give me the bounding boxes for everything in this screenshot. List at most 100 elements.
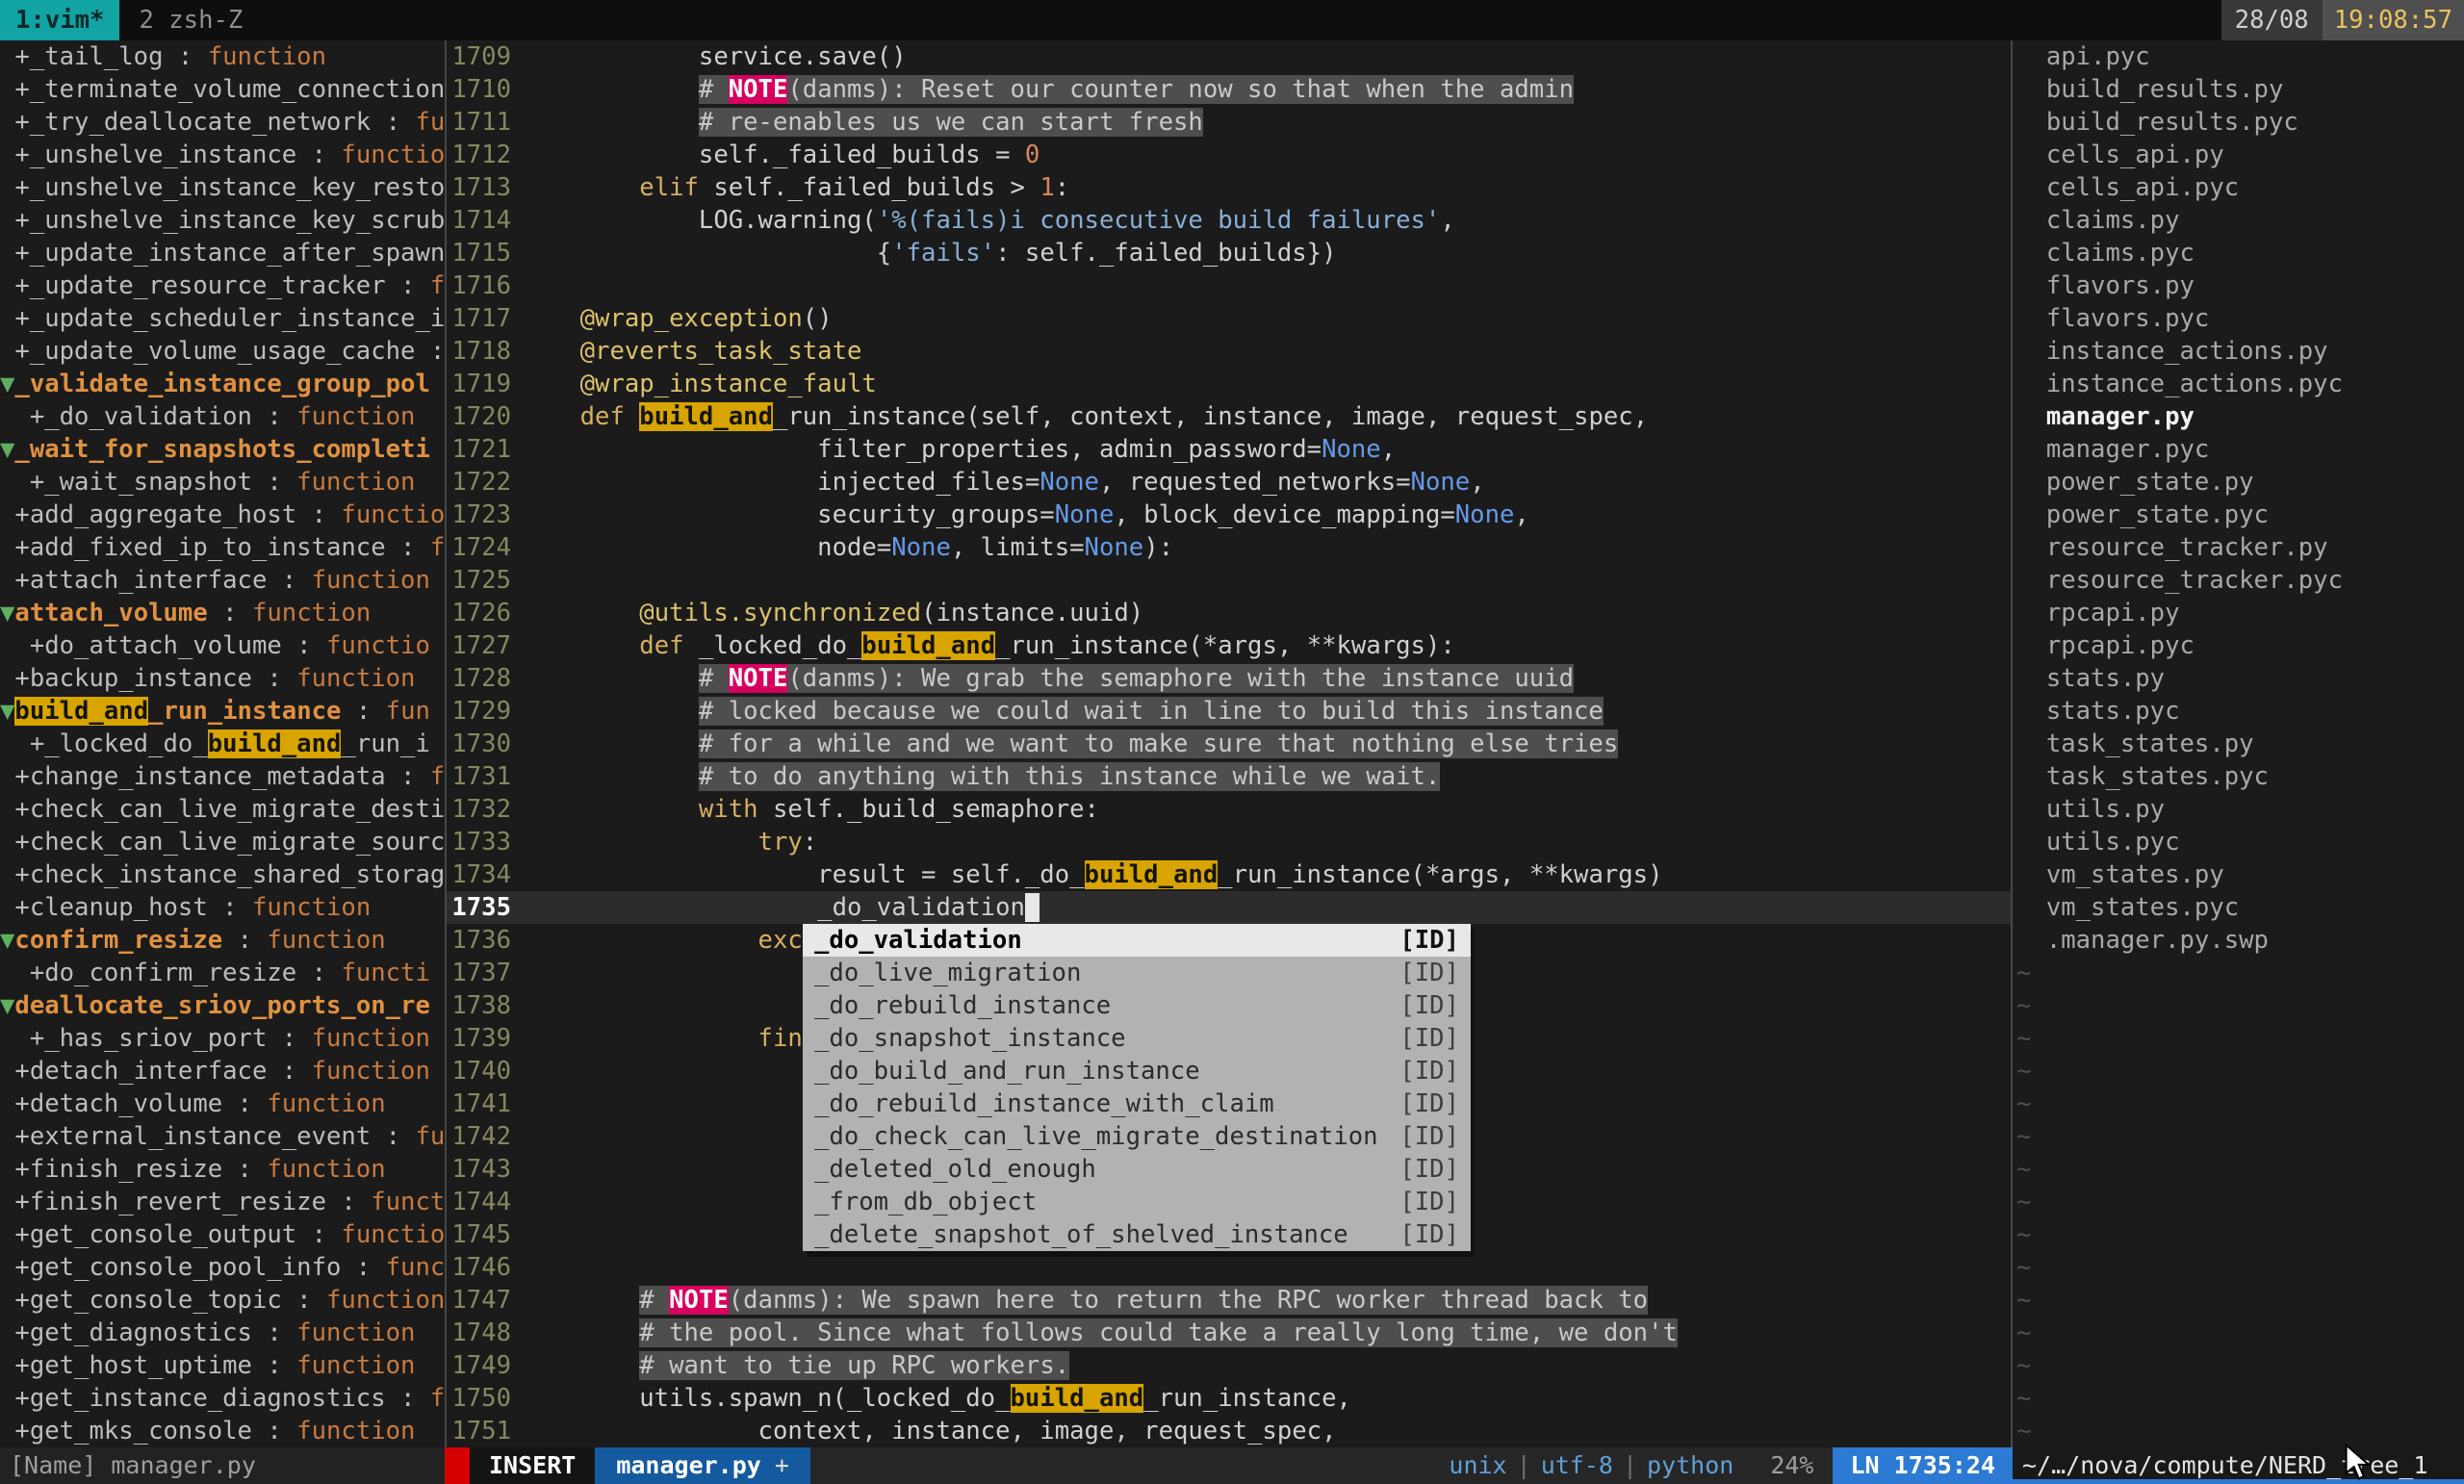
nerdtree-file[interactable]: vm_states.py [2016,858,2464,891]
nerdtree-file[interactable]: claims.py [2016,204,2464,237]
nerdtree-file[interactable]: power_state.py [2016,466,2464,499]
tagbar-row[interactable]: ▼_validate_instance_group_pol [0,368,445,400]
completion-item[interactable]: _from_db_object [ID] [803,1186,1471,1218]
tagbar-row[interactable]: +_update_instance_after_spawn [0,237,445,269]
nerdtree-file[interactable]: rpcapi.pyc [2016,629,2464,662]
code-line[interactable]: context, instance, image, request_spec, [521,1415,2011,1447]
tagbar-row[interactable]: +get_mks_console : function [0,1415,445,1447]
code-line[interactable]: elif self._failed_builds > 1: [521,171,2011,204]
tagbar-row[interactable]: +finish_revert_resize : funct [0,1186,445,1218]
code-line[interactable]: LOG.warning('%(fails)i consecutive build… [521,204,2011,237]
code-line[interactable] [521,269,2011,302]
completion-item[interactable]: _delete_snapshot_of_shelved_instance [ID] [803,1218,1471,1251]
code-line[interactable]: # re-enables us we can start fresh [521,106,2011,139]
code-line[interactable]: filter_properties, admin_password=None, [521,433,2011,466]
nerdtree-file[interactable]: stats.py [2016,662,2464,695]
nerdtree-file[interactable]: power_state.pyc [2016,499,2464,531]
code-line[interactable]: _do_validation [521,891,2011,924]
tagbar-row[interactable]: +_unshelve_instance : functio [0,139,445,171]
nerdtree-file[interactable]: rpcapi.py [2016,597,2464,629]
code-line[interactable]: @wrap_exception() [521,302,2011,335]
nerdtree-file[interactable]: utils.pyc [2016,826,2464,858]
nerdtree-file[interactable]: instance_actions.py [2016,335,2464,368]
code-line[interactable]: node=None, limits=None): [521,531,2011,564]
code-line[interactable]: with self._build_semaphore: [521,793,2011,826]
tagbar-row[interactable]: ▼attach_volume : function [0,597,445,629]
nerdtree-file[interactable]: cells_api.pyc [2016,171,2464,204]
tagbar-row[interactable]: +add_fixed_ip_to_instance : f [0,531,445,564]
tagbar-row[interactable]: +_wait_snapshot : function [0,466,445,499]
code-line[interactable]: utils.spawn_n(_locked_do_build_and_run_i… [521,1382,2011,1415]
nerdtree-file[interactable]: instance_actions.pyc [2016,368,2464,400]
nerdtree-file[interactable]: task_states.pyc [2016,760,2464,793]
tagbar-row[interactable]: +_unshelve_instance_key_resto [0,171,445,204]
tagbar-row[interactable]: +get_console_topic : function [0,1284,445,1317]
tagbar-row[interactable]: ▼build_and_run_instance : fun [0,695,445,728]
code-line[interactable] [521,564,2011,597]
code-line[interactable]: service.save() [521,40,2011,73]
tagbar-row[interactable]: ▼deallocate_sriov_ports_on_re [0,989,445,1022]
completion-item[interactable]: _do_snapshot_instance [ID] [803,1022,1471,1055]
tmux-window-vim[interactable]: 1:vim* [0,0,120,40]
tagbar-row[interactable]: +get_console_pool_info : func [0,1251,445,1284]
code-line[interactable]: def _locked_do_build_and_run_instance(*a… [521,629,2011,662]
code-line[interactable]: # NOTE(danms): We grab the semaphore wit… [521,662,2011,695]
tagbar-row[interactable]: +attach_interface : function [0,564,445,597]
nerdtree-file[interactable]: vm_states.pyc [2016,891,2464,924]
completion-item[interactable]: _do_live_migration [ID] [803,957,1471,989]
tagbar-row[interactable]: +_update_scheduler_instance_i [0,302,445,335]
tagbar-row[interactable]: +check_can_live_migrate_desti [0,793,445,826]
completion-item[interactable]: _do_build_and_run_instance [ID] [803,1055,1471,1087]
code-line[interactable]: # locked because we could wait in line t… [521,695,2011,728]
nerdtree-file[interactable]: claims.pyc [2016,237,2464,269]
nerdtree-file[interactable]: manager.pyc [2016,433,2464,466]
tagbar-row[interactable]: ▼_wait_for_snapshots_completi [0,433,445,466]
code-line[interactable] [521,1251,2011,1284]
tagbar-row[interactable]: +_tail_log : function [0,40,445,73]
completion-item[interactable]: _do_check_can_live_migrate_destination [I… [803,1120,1471,1153]
completion-item[interactable]: _do_rebuild_instance [ID] [803,989,1471,1022]
tagbar-row[interactable]: +cleanup_host : function [0,891,445,924]
code-line[interactable]: injected_files=None, requested_networks=… [521,466,2011,499]
tagbar-row[interactable]: +_terminate_volume_connection [0,73,445,106]
code-line[interactable]: @wrap_instance_fault [521,368,2011,400]
nerdtree-file[interactable]: stats.pyc [2016,695,2464,728]
code-line[interactable]: # for a while and we want to make sure t… [521,728,2011,760]
tagbar-row[interactable]: +check_instance_shared_storag [0,858,445,891]
code-line[interactable]: security_groups=None, block_device_mappi… [521,499,2011,531]
tagbar-row[interactable]: +_locked_do_build_and_run_i [0,728,445,760]
tmux-window-zsh[interactable]: 2 zsh-Z [135,0,246,40]
tagbar-row[interactable]: +add_aggregate_host : functio [0,499,445,531]
nerdtree-file[interactable]: resource_tracker.pyc [2016,564,2464,597]
tagbar-row[interactable]: +backup_instance : function [0,662,445,695]
nerdtree-file[interactable]: flavors.pyc [2016,302,2464,335]
code-line[interactable]: # NOTE(danms): Reset our counter now so … [521,73,2011,106]
completion-item[interactable]: _deleted_old_enough [ID] [803,1153,1471,1186]
code-line[interactable]: self._failed_builds = 0 [521,139,2011,171]
nerdtree-file[interactable]: manager.py [2016,400,2464,433]
code-line[interactable]: # the pool. Since what follows could tak… [521,1317,2011,1349]
completion-popup[interactable]: _do_validation [ID] _do_live_migration [ID]… [803,924,1471,1251]
code-line[interactable]: # NOTE(danms): We spawn here to return t… [521,1284,2011,1317]
tagbar-row[interactable]: ▼confirm_resize : function [0,924,445,957]
tagbar-row[interactable]: +_has_sriov_port : function [0,1022,445,1055]
tagbar-row[interactable]: +_unshelve_instance_key_scrub [0,204,445,237]
tagbar-row[interactable]: +get_console_output : functio [0,1218,445,1251]
code-line[interactable]: try: [521,826,2011,858]
tagbar-row[interactable]: +get_instance_diagnostics : f [0,1382,445,1415]
nerdtree-file[interactable]: flavors.py [2016,269,2464,302]
tagbar-row[interactable]: +_update_resource_tracker : f [0,269,445,302]
nerdtree-file[interactable]: build_results.pyc [2016,106,2464,139]
tagbar-row[interactable]: +_update_volume_usage_cache : [0,335,445,368]
nerdtree-file[interactable]: build_results.py [2016,73,2464,106]
nerdtree-file[interactable]: task_states.py [2016,728,2464,760]
tagbar-row[interactable]: +get_diagnostics : function [0,1317,445,1349]
tagbar-row[interactable]: +_do_validation : function [0,400,445,433]
nerdtree-file[interactable]: cells_api.py [2016,139,2464,171]
completion-item[interactable]: _do_rebuild_instance_with_claim [ID] [803,1087,1471,1120]
tagbar-row[interactable]: +check_can_live_migrate_sourc [0,826,445,858]
code-line[interactable]: @utils.synchronized(instance.uuid) [521,597,2011,629]
code-line[interactable]: result = self._do_build_and_run_instance… [521,858,2011,891]
code-line[interactable]: @reverts_task_state [521,335,2011,368]
tagbar-row[interactable]: +_try_deallocate_network : fu [0,106,445,139]
